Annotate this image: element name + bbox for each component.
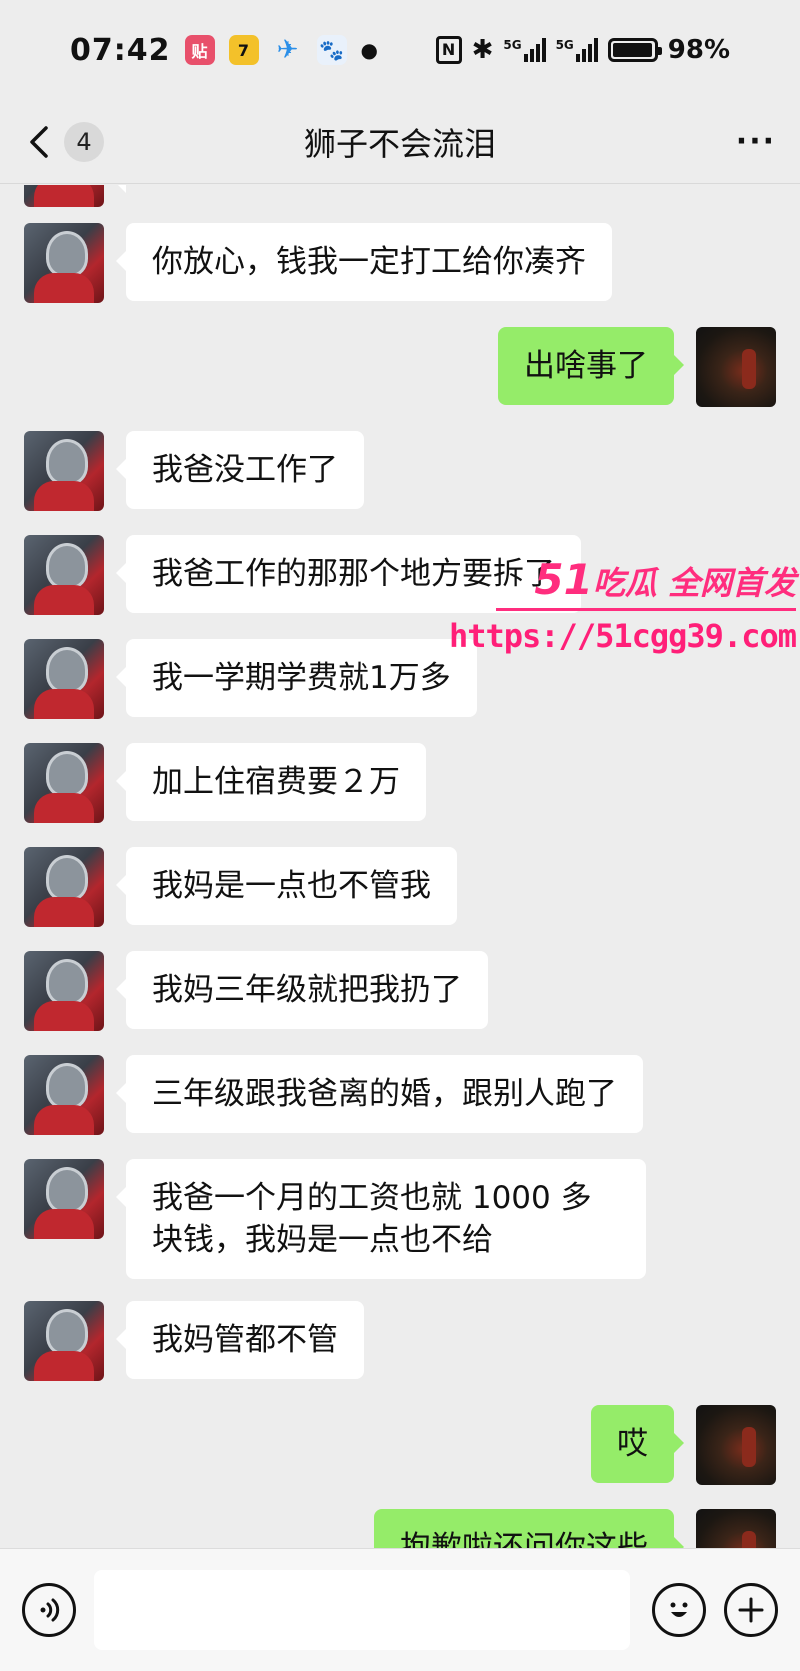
battery-icon: [607, 38, 662, 62]
battery-fill: [612, 43, 652, 57]
self-avatar[interactable]: [696, 1405, 776, 1485]
self-avatar[interactable]: [696, 327, 776, 407]
friend-avatar[interactable]: [24, 1159, 104, 1239]
friend-avatar[interactable]: [24, 1055, 104, 1135]
input-bar: [0, 1548, 800, 1671]
message-bubble[interactable]: 我爸没工作了: [116, 431, 364, 509]
friend-avatar[interactable]: [24, 639, 104, 719]
seven-app-icon: 7: [228, 35, 259, 65]
nfc-icon: N: [435, 36, 462, 64]
watermark-url: https://51cgg39.com: [448, 617, 797, 655]
friend-avatar[interactable]: [24, 535, 104, 615]
message-bubble[interactable]: 我妈三年级就把我扔了: [116, 951, 488, 1029]
baidu-app-icon: 🐾: [316, 35, 347, 65]
message-bubble[interactable]: 加上住宿费要２万: [116, 743, 426, 821]
bluetooth-icon: ✱: [471, 35, 494, 65]
emoji-button[interactable]: [652, 1583, 706, 1637]
friend-avatar[interactable]: [24, 185, 104, 207]
status-bar: 07:42 贴 7 ✈ 🐾 ● N ✱ 5G 5G 98%: [0, 0, 800, 100]
chat-messages[interactable]: 你放心，钱我一定打工给你凑齐 出啥事了 我爸没工作了 我爸工作的那那个地方要拆了…: [0, 185, 800, 1548]
message-bubble[interactable]: 出啥事了: [498, 327, 684, 405]
emoji-icon: [670, 1602, 688, 1617]
plus-icon: [738, 1597, 764, 1623]
message-input[interactable]: [94, 1570, 630, 1650]
message-bubble[interactable]: 你放心，钱我一定打工给你凑齐: [116, 223, 612, 301]
watermark: 51吃瓜 全网首发 https://51cgg39.com: [448, 555, 797, 655]
friend-avatar[interactable]: [24, 223, 104, 303]
chat-title: 狮子不会流泪: [303, 124, 496, 163]
watermark-divider: [496, 608, 796, 611]
friend-avatar[interactable]: [24, 431, 104, 511]
message-bubble[interactable]: 我爸一个月的工资也就 1000 多块钱，我妈是一点也不给: [116, 1159, 646, 1279]
friend-avatar[interactable]: [24, 1301, 104, 1381]
unread-count-badge: 4: [64, 121, 104, 162]
chevron-left-icon: [30, 125, 48, 158]
voice-button[interactable]: [22, 1583, 76, 1637]
notification-dot-icon: ●: [360, 38, 378, 62]
signal-icon-1: 5G: [503, 38, 546, 62]
message-bubble[interactable]: 我妈是一点也不管我: [116, 847, 457, 925]
battery-percent: 98%: [667, 35, 730, 65]
message-bubble[interactable]: 哎: [591, 1405, 684, 1483]
voice-icon: [40, 1598, 60, 1622]
plus-button[interactable]: [724, 1583, 778, 1637]
message-bubble[interactable]: 我妈管都不管: [116, 1301, 364, 1379]
signal-icon-2: 5G: [556, 38, 598, 62]
tieba-app-icon: 贴: [184, 35, 215, 65]
more-dots-icon: ···: [735, 124, 776, 159]
watermark-brand-number: 51: [534, 555, 593, 604]
more-options-button[interactable]: ···: [736, 124, 776, 159]
self-avatar[interactable]: [696, 1509, 776, 1548]
friend-avatar[interactable]: [24, 847, 104, 927]
friend-avatar[interactable]: [24, 951, 104, 1031]
message-bubble[interactable]: 三年级跟我爸离的婚，跟别人跑了: [116, 1055, 643, 1133]
message-bubble[interactable]: 我一学期学费就1万多: [116, 639, 477, 717]
telegram-app-icon: ✈: [276, 35, 299, 65]
friend-avatar[interactable]: [24, 743, 104, 823]
watermark-brand-text: 吃瓜 全网首发: [592, 564, 796, 602]
chat-header: 4 狮子不会流泪 ···: [0, 100, 800, 184]
status-time: 07:42: [70, 32, 171, 68]
back-button[interactable]: 4: [24, 121, 104, 162]
message-bubble[interactable]: 抱歉啦还问你这些: [374, 1509, 684, 1548]
